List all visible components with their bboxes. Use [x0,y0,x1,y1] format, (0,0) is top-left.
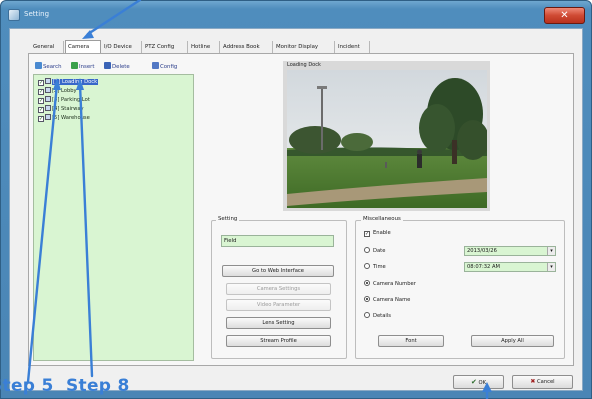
insert-icon [71,62,78,69]
camera-settings-button[interactable]: Camera Settings [226,283,331,295]
close-button[interactable]: ✕ [544,7,585,24]
setting-group-title: Setting [216,216,240,223]
tab-incident[interactable]: Incident [336,41,370,53]
tab-monitor-display[interactable]: Monitor Display [274,41,335,53]
camera-name-field[interactable]: Field [221,235,334,247]
tree-checkbox[interactable]: ✓ [38,89,44,95]
camera-icon [45,87,51,93]
lens-setting-button[interactable]: Lens Setting [226,317,331,329]
tree-item[interactable]: ✓ [4] Stairway [38,105,84,113]
camera-preview-image [287,70,487,208]
preview-caption: Loading Dock [287,62,321,68]
delete-button[interactable]: Delete [104,62,130,71]
tree-item[interactable]: ✓ [3] Parking Lot [38,96,90,104]
step5-label: Step 5 [0,376,54,396]
details-radio[interactable] [364,312,370,318]
tree-checkbox[interactable]: ✓ [38,107,44,113]
time-option[interactable]: Time [364,263,386,271]
checkmark-icon: ✔ [470,378,477,386]
tab-camera[interactable]: Camera [65,40,101,53]
tree-item[interactable]: ✓ [2] Lobby [38,87,77,95]
time-radio[interactable] [364,263,370,269]
miscellaneous-group-title: Miscellaneous [361,216,403,223]
app-icon [8,9,20,21]
camera-name-option[interactable]: Camera Name [364,296,410,304]
tree-item[interactable]: ✓ [1] Loading Dock [38,78,99,86]
title-bar[interactable]: Setting ✕ [1,1,592,29]
search-icon [35,62,42,69]
cancel-button[interactable]: ✖ Cancel [512,375,573,389]
window-title: Setting [24,10,50,18]
camera-name-radio[interactable] [364,296,370,302]
camera-icon [45,78,51,84]
tab-hotline[interactable]: Hotline [189,41,220,53]
x-icon: ✖ [530,378,536,385]
ok-button[interactable]: ✔ OK [453,375,504,389]
tab-general[interactable]: General [31,41,64,53]
tree-item[interactable]: ✓ [5] Warehouse [38,114,90,122]
step8-label: Step 8 [66,376,130,396]
video-parameter-button[interactable]: Video Parameter [226,299,331,311]
tab-ptz-config[interactable]: PTZ Config [143,41,188,53]
tree-checkbox[interactable]: ✓ [38,80,44,86]
tree-checkbox[interactable]: ✓ [38,116,44,122]
camera-icon [45,105,51,111]
tab-io-device[interactable]: I/O Device [102,41,142,53]
camera-number-radio[interactable] [364,280,370,286]
apply-all-button[interactable]: Apply All [471,335,554,347]
go-to-web-interface-button[interactable]: Go to Web Interface [222,265,334,277]
chevron-down-icon[interactable]: ▾ [547,263,555,271]
config-icon [152,62,159,69]
tab-address-book[interactable]: Address Book [221,41,273,53]
camera-tree[interactable]: ✓ [1] Loading Dock ✓ [2] Lobby ✓ [3] Parkin… [33,74,194,361]
details-option[interactable]: Details [364,312,391,320]
insert-button[interactable]: Insert [71,62,94,71]
enable-option[interactable]: ✓ Enable [364,229,391,237]
chevron-down-icon[interactable]: ▾ [547,247,555,255]
date-option[interactable]: Date [364,247,385,255]
camera-icon [45,114,51,120]
stream-profile-button[interactable]: Stream Profile [226,335,331,347]
close-icon: ✕ [560,10,569,21]
font-button[interactable]: Font [378,335,444,347]
date-radio[interactable] [364,247,370,253]
camera-number-option[interactable]: Camera Number [364,280,416,288]
camera-icon [45,96,51,102]
tree-checkbox[interactable]: ✓ [38,98,44,104]
date-picker[interactable]: 2013/03/26 ▾ [464,246,556,256]
enable-checkbox[interactable]: ✓ [364,231,370,237]
time-picker[interactable]: 08:07:32 AM ▾ [464,262,556,272]
delete-icon [104,62,111,69]
search-button[interactable]: Search [35,62,62,71]
config-button[interactable]: Config [152,62,177,71]
